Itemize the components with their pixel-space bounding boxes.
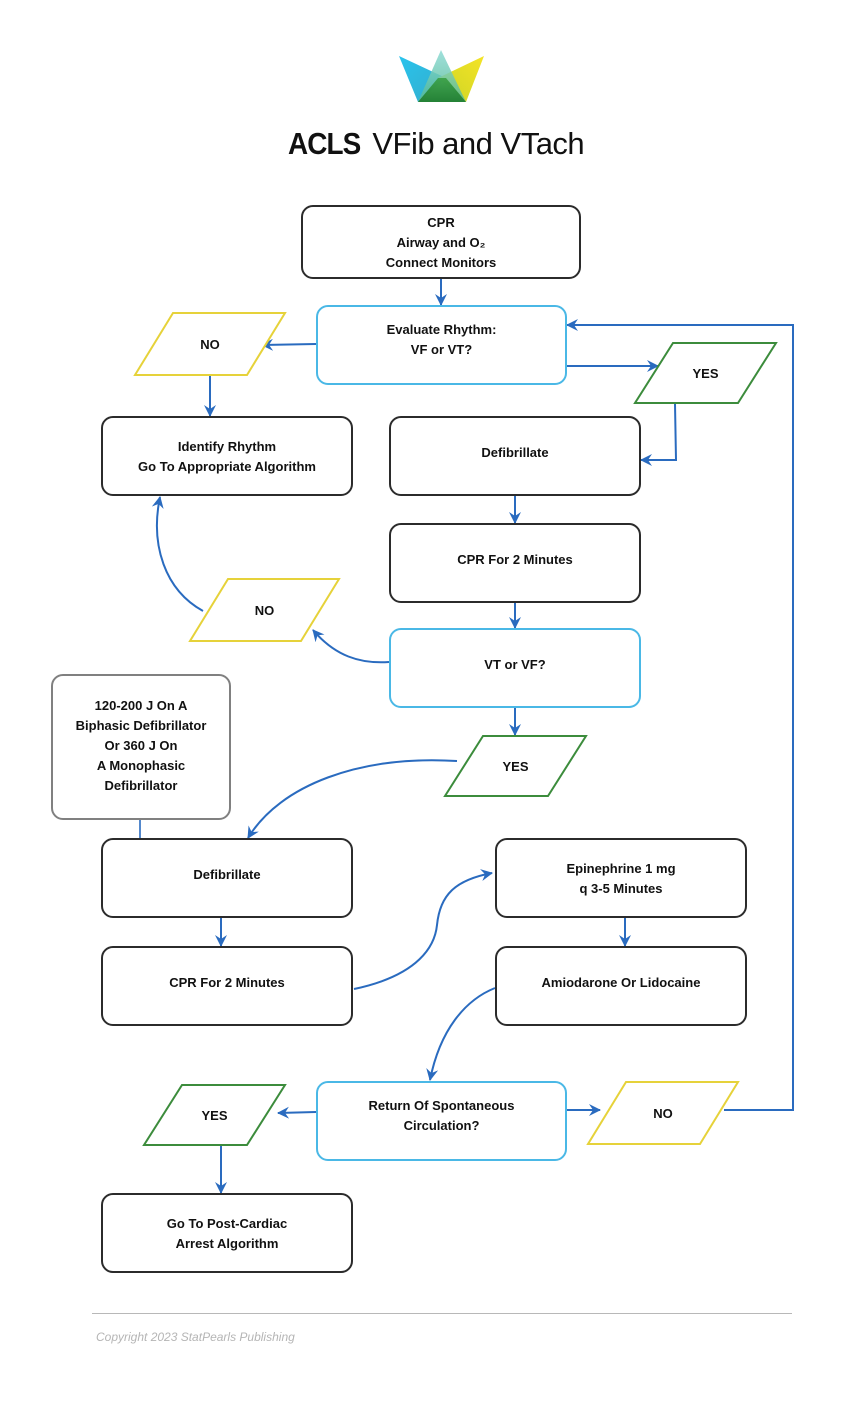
node-label: Evaluate Rhythm:	[387, 322, 497, 337]
node-label: Identify Rhythm	[178, 439, 276, 454]
node-yes2: YES	[443, 735, 588, 797]
node-label: YES	[692, 366, 718, 381]
title-rest: VFib and VTach	[372, 126, 585, 161]
node-label: Amiodarone Or Lidocaine	[542, 975, 701, 990]
arrow-evaluate-to-no1	[261, 338, 317, 351]
node-label: Connect Monitors	[386, 255, 497, 270]
node-defib1: Defibrillate	[389, 416, 641, 496]
node-label: Arrest Algorithm	[176, 1236, 279, 1251]
node-label: Or 360 J On	[105, 738, 178, 753]
process-box	[101, 1193, 353, 1273]
node-cpr2: CPR For 2 Minutes	[101, 946, 353, 1026]
arrow-yes2-to-defib2	[247, 759, 458, 839]
node-label: VF or VT?	[411, 342, 472, 357]
node-label: A Monophasic	[97, 758, 185, 773]
node-label: Biphasic Defibrillator	[76, 718, 207, 733]
node-rosc: Return Of Spontaneous Circulation?	[316, 1081, 567, 1161]
node-label: CPR For 2 Minutes	[457, 552, 573, 567]
page-title: ACLS VFib and VTach	[0, 126, 868, 162]
crown-logo-icon	[399, 50, 484, 102]
node-label: q 3-5 Minutes	[579, 881, 662, 896]
node-label: CPR For 2 Minutes	[169, 975, 285, 990]
arrow-vtvf-to-no2	[312, 629, 390, 664]
node-label: YES	[201, 1108, 227, 1123]
node-label: NO	[255, 603, 275, 618]
node-label: Defibrillate	[481, 445, 548, 460]
node-label: 120-200 J On A	[95, 698, 188, 713]
node-label: Epinephrine 1 mg	[566, 861, 675, 876]
process-box	[495, 838, 747, 918]
arrow-amio-to-rosc	[426, 987, 496, 1081]
node-amio: Amiodarone Or Lidocaine	[495, 946, 747, 1026]
node-label: Circulation?	[404, 1118, 480, 1133]
flowchart: CPR Airway and O₂ Connect Monitors Evaluate…	[51, 50, 794, 1273]
arrow-rosc-to-yes3	[277, 1106, 317, 1119]
node-epi: Epinephrine 1 mg q 3-5 Minutes	[495, 838, 747, 918]
node-vtvf: VT or VF?	[389, 628, 641, 708]
node-label: NO	[200, 337, 220, 352]
arrow-no2-to-identify	[151, 496, 204, 612]
node-label: Go To Post-Cardiac	[167, 1216, 287, 1231]
node-cpr1: CPR For 2 Minutes	[389, 523, 641, 603]
node-energy-note: 120-200 J On A Biphasic Defibrillator Or 3…	[51, 674, 231, 820]
node-label: Defibrillate	[193, 867, 260, 882]
node-defib2: Defibrillate	[101, 838, 353, 918]
process-box	[101, 416, 353, 496]
node-label: CPR	[427, 215, 455, 230]
node-start: CPR Airway and O₂ Connect Monitors	[301, 205, 581, 279]
node-no3: NO	[586, 1081, 740, 1145]
node-label: Airway and O₂	[397, 235, 486, 250]
node-no1: NO	[133, 312, 287, 376]
arrow-cpr2-to-epi	[353, 869, 493, 990]
node-label: Defibrillator	[105, 778, 178, 793]
node-label: Go To Appropriate Algorithm	[138, 459, 316, 474]
title-bold: ACLS	[287, 126, 361, 161]
node-label: NO	[653, 1106, 673, 1121]
node-yes1: YES	[633, 342, 778, 404]
footer-divider	[92, 1313, 792, 1314]
node-post: Go To Post-Cardiac Arrest Algorithm	[101, 1193, 353, 1273]
node-label: VT or VF?	[484, 657, 545, 672]
arrow-yes1-to-defib1	[640, 403, 678, 466]
copyright-text: Copyright 2023 StatPearls Publishing	[96, 1330, 295, 1344]
node-identify: Identify Rhythm Go To Appropriate Algorit…	[101, 416, 353, 496]
node-label: Return Of Spontaneous	[369, 1098, 515, 1113]
node-yes3: YES	[142, 1084, 287, 1146]
node-label: YES	[502, 759, 528, 774]
node-evaluate: Evaluate Rhythm: VF or VT?	[316, 305, 567, 385]
node-no2: NO	[188, 578, 341, 642]
